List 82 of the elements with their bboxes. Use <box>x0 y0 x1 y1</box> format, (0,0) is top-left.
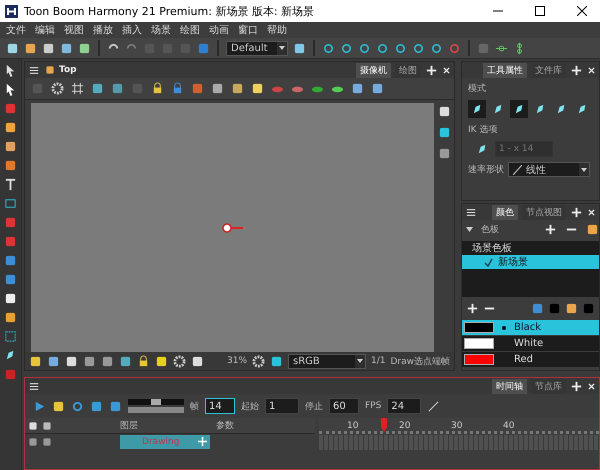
close-icon[interactable] <box>587 382 596 390</box>
collapse-arrow-icon[interactable] <box>466 227 474 232</box>
line-icon[interactable] <box>427 400 440 412</box>
add-icon[interactable] <box>570 380 583 392</box>
caret-icon[interactable] <box>581 168 588 172</box>
palette-item[interactable]: 新场景 <box>462 255 599 269</box>
color-well-icon[interactable] <box>548 302 561 315</box>
close-icon[interactable] <box>587 208 596 216</box>
transform-icon[interactable] <box>430 42 443 54</box>
menu-item[interactable]: 播放 <box>93 23 113 37</box>
window-title: Toon Boom Harmony 21 Premium: 新场景 版本: 新场景 <box>24 4 316 18</box>
start-field[interactable]: 1 <box>265 398 299 414</box>
view-tab[interactable]: 摄像机 <box>356 62 392 78</box>
transform-icon[interactable] <box>322 42 335 54</box>
transform-icon[interactable] <box>340 42 353 54</box>
play-icon[interactable] <box>33 400 46 412</box>
transform-icon[interactable] <box>358 42 371 54</box>
close-icon[interactable] <box>587 66 596 74</box>
menu-item[interactable]: 插入 <box>122 23 142 37</box>
transform-icon[interactable] <box>394 42 407 54</box>
add-icon[interactable] <box>466 302 480 315</box>
color-space-dropdown[interactable]: sRGB <box>288 354 366 368</box>
menu-item[interactable]: 视图 <box>64 23 84 37</box>
field-label: 停止 <box>305 400 323 412</box>
speed-slider[interactable] <box>128 399 184 413</box>
menu-item[interactable]: 绘图 <box>180 23 200 37</box>
menu-item[interactable]: 编辑 <box>35 23 55 37</box>
ease-dropdown[interactable]: 线性 <box>508 162 590 177</box>
close-icon[interactable] <box>442 66 452 74</box>
close-icon <box>577 6 587 16</box>
field-label: 帧 <box>190 400 199 412</box>
palette-group: 场景色板 <box>462 241 599 255</box>
caret-icon[interactable] <box>357 359 364 363</box>
menu-item[interactable]: 动画 <box>209 23 229 37</box>
menu-item[interactable]: 窗口 <box>238 23 258 37</box>
ratio[interactable]: 1/1 <box>371 356 386 366</box>
menu-item[interactable]: 帮助 <box>267 23 287 37</box>
swatch-row[interactable]: Black <box>462 320 599 335</box>
slider-thumb[interactable] <box>151 399 161 405</box>
arrow-cursor-icon[interactable] <box>4 83 17 96</box>
text-icon[interactable] <box>4 178 17 191</box>
caret-icon[interactable] <box>279 46 285 50</box>
panel-tab[interactable]: 颜色 <box>492 204 518 220</box>
pivot-icon[interactable] <box>222 222 244 232</box>
field-label: 速率形状 <box>468 164 504 176</box>
add-icon[interactable] <box>570 64 583 76</box>
maximize-icon <box>535 6 545 16</box>
column-header: 图层 <box>120 420 138 432</box>
palette-label[interactable]: 色板 <box>481 223 500 236</box>
color-well-icon[interactable] <box>582 302 595 315</box>
transform-icon[interactable] <box>412 42 425 54</box>
menu-item[interactable]: 场景 <box>151 23 171 37</box>
workspace-dropdown[interactable]: Default <box>226 40 288 56</box>
select-box-icon[interactable] <box>4 330 17 343</box>
section-label: IK 选项 <box>468 124 498 136</box>
frame-ruler[interactable]: 10 20 30 40 <box>319 418 599 434</box>
stop-field[interactable]: 60 <box>329 398 359 414</box>
field-label: FPS <box>365 401 382 411</box>
loop-icon[interactable] <box>71 400 84 412</box>
add-icon[interactable] <box>544 223 557 236</box>
breadcrumb[interactable]: Top <box>59 65 352 75</box>
grid-icon[interactable] <box>71 82 84 95</box>
panel-tab[interactable]: 时间轴 <box>492 378 527 394</box>
swatch-row[interactable]: Red <box>462 352 599 367</box>
zoom-level[interactable]: 31% <box>227 356 248 366</box>
arrow-cursor-icon[interactable] <box>4 64 17 77</box>
panel-tab[interactable]: 工具属性 <box>483 62 527 78</box>
mode-label[interactable]: Draw选点端帧 <box>390 354 450 368</box>
frame-field[interactable]: 14 <box>205 398 235 414</box>
section-label: 模式 <box>468 82 488 95</box>
rectangle-icon[interactable] <box>4 197 17 210</box>
add-icon[interactable] <box>570 206 583 218</box>
field-label: 起始 <box>241 400 259 412</box>
column-header: 参数 <box>216 420 234 432</box>
linear-curve-icon <box>513 164 522 174</box>
app-logo-icon <box>5 4 18 18</box>
frame-track[interactable] <box>319 435 599 450</box>
fps-field[interactable]: 24 <box>387 398 422 414</box>
menu-item[interactable]: 文件 <box>6 23 26 37</box>
add-icon[interactable] <box>425 64 438 76</box>
transform-icon[interactable] <box>376 42 389 54</box>
swatch-row[interactable]: White <box>462 336 599 351</box>
